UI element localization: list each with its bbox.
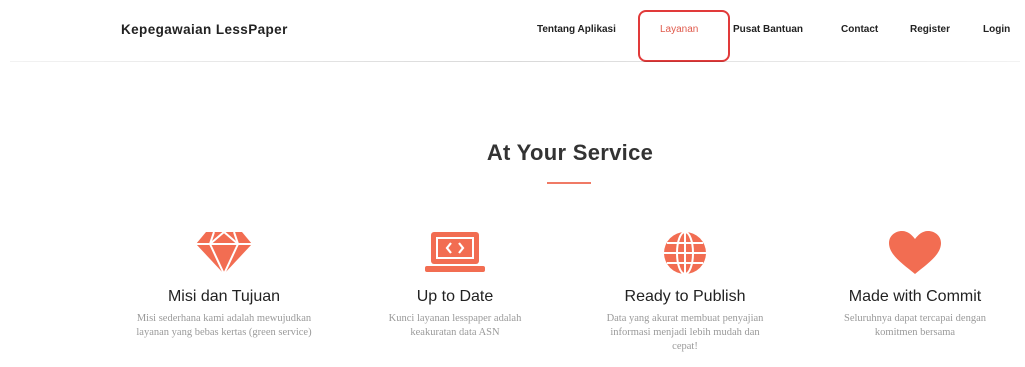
feature-description: Data yang akurat membuat penyajian infor… (606, 313, 764, 352)
feature-description: Kunci layanan lesspaper adalah keakurata… (388, 313, 522, 338)
nav-menu: Tentang Aplikasi Layanan Pusat Bantuan C… (0, 0, 1025, 62)
laptop-code-icon (423, 230, 487, 278)
active-nav-highlight (638, 10, 730, 62)
feature-up-to-date: Up to Date Kunci layanan lesspaper adala… (355, 230, 555, 340)
nav-link-pusat-bantuan[interactable]: Pusat Bantuan (733, 24, 803, 35)
feature-ready-to-publish: Ready to Publish Data yang akurat membua… (585, 230, 785, 354)
nav-link-register[interactable]: Register (910, 24, 950, 35)
feature-misi-dan-tujuan: Misi dan Tujuan Misi sederhana kami adal… (124, 230, 324, 340)
nav-link-tentang-aplikasi[interactable]: Tentang Aplikasi (537, 24, 616, 35)
globe-icon (653, 230, 717, 278)
navbar-divider (10, 61, 1020, 62)
feature-description: Misi sederhana kami adalah mewujudkan la… (136, 313, 312, 338)
feature-title: Misi dan Tujuan (167, 288, 281, 305)
feature-title: Up to Date (416, 288, 494, 305)
section-title: At Your Service (486, 140, 654, 165)
feature-description: Seluruhnya dapat tercapai dengan komitme… (844, 313, 986, 338)
feature-made-with-commit: Made with Commit Seluruhnya dapat tercap… (815, 230, 1015, 340)
navbar: Kepegawaian LessPaper Tentang Aplikasi L… (0, 0, 1025, 62)
nav-link-login[interactable]: Login (983, 24, 1010, 35)
feature-title: Ready to Publish (624, 288, 746, 305)
nav-link-layanan[interactable]: Layanan (660, 24, 698, 35)
title-underline (547, 182, 591, 184)
diamond-icon (192, 230, 256, 278)
nav-link-contact[interactable]: Contact (841, 24, 878, 35)
heart-icon (883, 230, 947, 278)
feature-title: Made with Commit (848, 288, 982, 305)
